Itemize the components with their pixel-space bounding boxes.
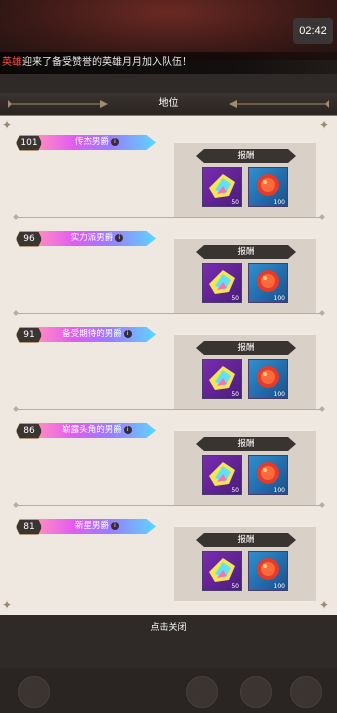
rewards-box: 报酬 50 100 <box>174 431 316 505</box>
rank-title: 实力派男爵 i <box>38 231 156 246</box>
rank-title-bar[interactable]: 备受期待的男爵 i <box>38 327 156 342</box>
rank-row: 备受期待的男爵 i 91 报酬 50 100 <box>10 317 328 413</box>
rank-row: 实力派男爵 i 96 报酬 50 100 <box>10 221 328 317</box>
rank-title: 备受期待的男爵 i <box>38 327 156 342</box>
star-crystal-item[interactable]: 50 <box>202 551 242 591</box>
rank-level-badge: 86 <box>16 423 42 439</box>
star-crystal-item[interactable]: 50 <box>202 263 242 303</box>
rank-row: 传杰男爵 i 101 报酬 50 100 <box>10 125 328 221</box>
info-icon[interactable]: i <box>115 234 124 242</box>
item-count: 50 <box>231 487 239 494</box>
red-orb-item[interactable]: 100 <box>248 359 288 399</box>
rank-level-badge: 96 <box>16 231 42 247</box>
item-count: 50 <box>231 391 239 398</box>
ticker-text: 迎来了备受赞誉的英雄月月加入队伍！ <box>22 57 192 68</box>
announcement-ticker: 英雄迎来了备受赞誉的英雄月月加入队伍！ <box>0 52 337 74</box>
nav-button-icon[interactable] <box>290 676 322 708</box>
bottom-nav-bar <box>0 668 337 713</box>
rank-panel: 地位 ✦ ✦ ✦ ✦ 传杰男爵 i 101 报酬 50 100 实力派男爵 i … <box>0 93 337 615</box>
rank-title-bar[interactable]: 新星男爵 i <box>38 519 156 534</box>
red-orb-item[interactable]: 100 <box>248 167 288 207</box>
item-count: 100 <box>273 487 285 494</box>
item-count: 100 <box>273 199 285 206</box>
rewards-box: 报酬 50 100 <box>174 335 316 409</box>
rewards-box: 报酬 50 100 <box>174 527 316 601</box>
panel-header: 地位 <box>0 93 337 116</box>
star-crystal-item[interactable]: 50 <box>202 455 242 495</box>
rank-row: 新星男爵 i 81 报酬 50 100 <box>10 509 328 605</box>
ticker-name: 英雄 <box>2 57 22 68</box>
star-crystal-item[interactable]: 50 <box>202 359 242 399</box>
rank-title: 崭露头角的男爵 i <box>38 423 156 438</box>
rank-level-badge: 81 <box>16 519 42 535</box>
background-scene <box>0 0 337 60</box>
clock-badge: 02:42 <box>293 18 333 44</box>
info-icon[interactable]: i <box>111 522 119 530</box>
red-orb-item[interactable]: 100 <box>248 455 288 495</box>
tap-to-close-hint[interactable]: 点击关闭 <box>0 620 337 633</box>
nav-button-icon[interactable] <box>18 676 50 708</box>
header-ornament-right-icon <box>229 100 329 108</box>
info-icon[interactable]: i <box>123 330 132 338</box>
item-count: 50 <box>231 583 239 590</box>
info-icon[interactable]: i <box>123 426 132 434</box>
rank-row: 崭露头角的男爵 i 86 报酬 50 100 <box>10 413 328 509</box>
rank-title-bar[interactable]: 实力派男爵 i <box>38 231 156 246</box>
row-divider <box>16 505 322 506</box>
star-crystal-item[interactable]: 50 <box>202 167 242 207</box>
rank-level-badge: 101 <box>16 135 42 151</box>
item-count: 100 <box>273 391 285 398</box>
reward-label: 报酬 <box>196 437 296 451</box>
item-count: 50 <box>231 199 239 206</box>
info-icon[interactable]: i <box>111 138 119 146</box>
reward-label: 报酬 <box>196 149 296 163</box>
item-count: 100 <box>273 295 285 302</box>
rank-title-bar[interactable]: 传杰男爵 i <box>38 135 156 150</box>
rank-title: 传杰男爵 i <box>38 135 156 150</box>
item-count: 100 <box>273 583 285 590</box>
rewards-box: 报酬 50 100 <box>174 143 316 217</box>
reward-label: 报酬 <box>196 533 296 547</box>
row-divider <box>16 217 322 218</box>
rank-title: 新星男爵 i <box>38 519 156 534</box>
red-orb-item[interactable]: 100 <box>248 551 288 591</box>
row-divider <box>16 313 322 314</box>
reward-label: 报酬 <box>196 341 296 355</box>
reward-label: 报酬 <box>196 245 296 259</box>
rank-title-bar[interactable]: 崭露头角的男爵 i <box>38 423 156 438</box>
item-count: 50 <box>231 295 239 302</box>
row-divider <box>16 409 322 410</box>
rank-level-badge: 91 <box>16 327 42 343</box>
red-orb-item[interactable]: 100 <box>248 263 288 303</box>
nav-button-icon[interactable] <box>240 676 272 708</box>
rewards-box: 报酬 50 100 <box>174 239 316 313</box>
nav-button-icon[interactable] <box>186 676 218 708</box>
